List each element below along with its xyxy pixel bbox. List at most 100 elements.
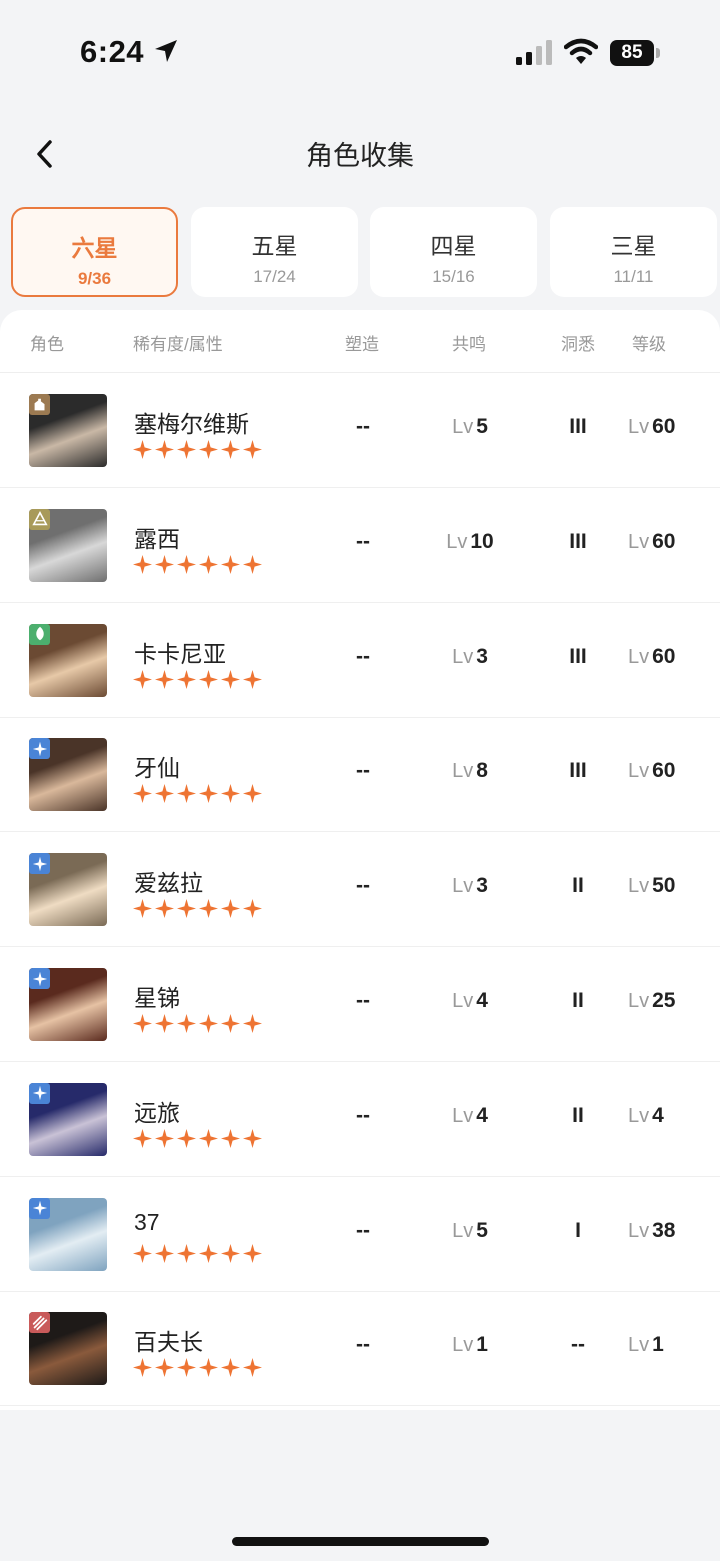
rarity-stars: [133, 1243, 262, 1263]
resonance-value: 4: [476, 989, 488, 1012]
rarity-star-icon: [155, 1014, 174, 1033]
rarity-star-icon: [177, 1014, 196, 1033]
level-cell: Lv 60: [628, 415, 698, 439]
rarity-stars: [133, 669, 262, 689]
rarity-star-icon: [199, 899, 218, 919]
rarity-star-icon: [199, 1358, 218, 1378]
shape-value: --: [356, 1218, 370, 1242]
rarity-star-icon: [133, 669, 152, 689]
rarity-star-icon: [155, 554, 174, 574]
rarity-star-icon: [177, 669, 196, 689]
lv-prefix: Lv: [452, 875, 474, 898]
rarity-star-icon: [133, 899, 152, 919]
level-cell: Lv 1: [628, 1333, 698, 1357]
rarity-star-icon: [243, 1243, 262, 1263]
rarity-star-icon: [155, 669, 174, 689]
rarity-stars: [133, 554, 262, 574]
rarity-star-icon: [221, 899, 240, 919]
level-cell: Lv 60: [628, 759, 698, 783]
column-shape: 塑造: [345, 335, 379, 354]
column-rarity: 稀有度/属性: [133, 335, 223, 354]
level-value: 60: [652, 415, 676, 438]
insight-value: II: [572, 989, 584, 1012]
attribute-badge: [29, 394, 50, 415]
shape-value: --: [356, 759, 370, 783]
rarity-star-icon: [221, 1358, 240, 1378]
attribute-badge: [29, 623, 50, 645]
rarity-star-icon: [199, 1014, 218, 1033]
rarity-star-icon: [155, 784, 174, 804]
lv-prefix: Lv: [628, 645, 650, 668]
rarity-star-icon: [221, 669, 240, 689]
table-row[interactable]: 牙仙 -- Lv 8 III Lv 60: [0, 717, 720, 833]
character-name: 37: [134, 1208, 160, 1235]
rarity-star-icon: [155, 440, 174, 459]
shape-value: --: [356, 989, 370, 1012]
resonance-value: 1: [476, 1333, 488, 1357]
shape-value: --: [356, 529, 370, 553]
character-avatar: [29, 623, 107, 697]
rarity-star-icon: [243, 1358, 262, 1378]
table-row[interactable]: 远旅 -- Lv 4 II Lv 4: [0, 1062, 720, 1177]
lv-prefix: Lv: [628, 875, 650, 898]
level-cell: Lv 50: [628, 874, 698, 898]
tab-count: 11/11: [613, 267, 654, 286]
rarity-star-icon: [177, 1358, 196, 1378]
tab-label: 三星: [610, 233, 657, 259]
tab-five-star[interactable]: 五星 17/24: [191, 207, 358, 297]
rarity-star-icon: [199, 784, 218, 804]
lv-prefix: Lv: [452, 990, 474, 1012]
table-row[interactable]: 37 -- Lv 5 I Lv 38: [0, 1177, 720, 1292]
rarity-star-icon: [133, 440, 152, 459]
attribute-badge: [29, 508, 50, 530]
rarity-star-icon: [243, 554, 262, 574]
resonance-cell: Lv 10: [430, 530, 510, 554]
resonance-value: 3: [476, 644, 488, 668]
lv-prefix: Lv: [628, 1334, 650, 1357]
rarity-star-icon: [155, 1358, 174, 1378]
lv-prefix: Lv: [628, 416, 650, 438]
character-name: 百夫长: [134, 1329, 203, 1356]
table-row[interactable]: 星锑 -- Lv 4 II Lv 25: [0, 947, 720, 1062]
table-row[interactable]: 卡卡尼亚 -- Lv 3 III Lv 60: [0, 603, 720, 718]
rarity-star-icon: [177, 440, 196, 459]
attribute-badge: [29, 853, 50, 875]
lv-prefix: Lv: [452, 645, 474, 668]
shape-value: --: [356, 644, 370, 668]
tab-label: 五星: [251, 233, 298, 259]
rarity-star-icon: [133, 1243, 152, 1263]
page-title: 角色收集: [306, 141, 414, 171]
tab-six-star[interactable]: 六星 9/36: [11, 207, 178, 297]
insight-value: --: [571, 1333, 585, 1357]
tab-label: 六星: [71, 235, 118, 261]
character-name: 露西: [134, 525, 180, 552]
lv-prefix: Lv: [628, 530, 650, 553]
character-name: 卡卡尼亚: [134, 640, 226, 667]
tab-three-star[interactable]: 三星 11/11: [550, 207, 717, 297]
table-row[interactable]: 百夫长 -- Lv 1 -- Lv 1: [0, 1291, 720, 1407]
insight-value: I: [575, 1218, 581, 1242]
character-avatar: [29, 508, 107, 582]
rarity-star-icon: [221, 1243, 240, 1263]
battery-indicator: 85: [610, 40, 660, 66]
character-avatar: [29, 1197, 107, 1271]
rarity-star-icon: [221, 1014, 240, 1033]
resonance-value: 8: [476, 759, 488, 783]
table-row[interactable]: 爱兹拉 -- Lv 3 II Lv 50: [0, 832, 720, 948]
lv-prefix: Lv: [452, 416, 474, 438]
tower-icon: [34, 398, 44, 410]
rarity-star-icon: [199, 1128, 218, 1148]
rarity-stars: [133, 899, 262, 919]
rarity-star-icon: [243, 1014, 262, 1033]
level-cell: Lv 60: [628, 530, 698, 554]
rarity-star-icon: [243, 784, 262, 804]
level-cell: Lv 60: [628, 645, 698, 669]
insight-value: II: [572, 874, 584, 898]
star-sparkle-icon: [32, 971, 47, 986]
insight-value: III: [569, 415, 587, 438]
table-row[interactable]: 露西 -- Lv 10 III Lv 60: [0, 488, 720, 603]
character-avatar: [29, 738, 107, 812]
rarity-star-icon: [133, 1128, 152, 1148]
tab-four-star[interactable]: 四星 15/16: [370, 207, 537, 297]
table-row[interactable]: 塞梅尔维斯 -- Lv 5 III Lv 60: [0, 373, 720, 488]
